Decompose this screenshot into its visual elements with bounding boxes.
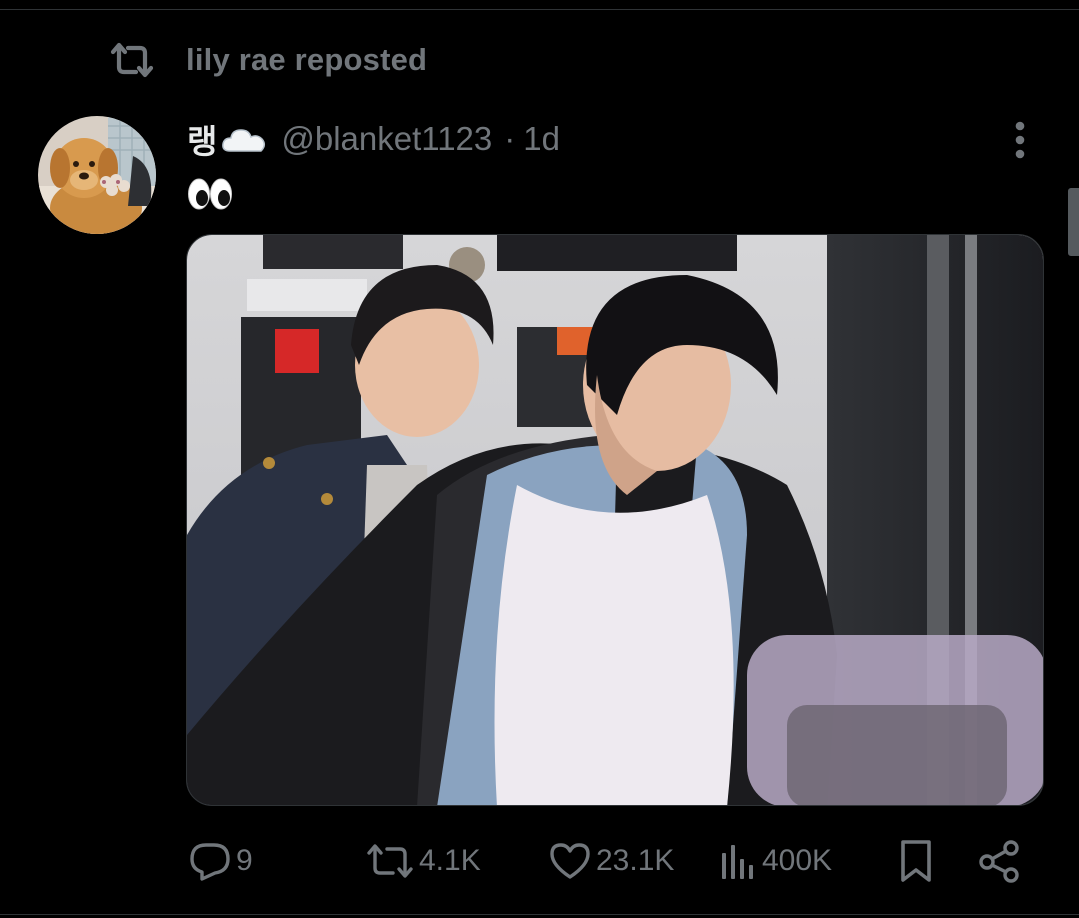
heart-icon	[550, 843, 590, 879]
display-name[interactable]: 랭	[187, 115, 217, 163]
views-button[interactable]: 400K	[718, 836, 832, 886]
scrollbar-thumb[interactable]	[1068, 188, 1079, 256]
post-media-photo[interactable]	[186, 234, 1044, 806]
photo-image	[187, 235, 1043, 805]
repost-icon	[110, 42, 154, 78]
separator-dot: ·	[504, 120, 516, 157]
views-count: 400K	[762, 844, 833, 877]
avatar-image	[38, 116, 156, 234]
cloud-icon	[222, 129, 266, 152]
repost-button[interactable]: 4.1K	[365, 836, 481, 886]
bookmark-icon	[901, 840, 931, 882]
repost-icon	[367, 844, 413, 878]
repost-banner[interactable]: lily rae reposted	[108, 38, 427, 82]
like-button[interactable]: 23.1K	[548, 836, 674, 886]
post-header: 랭 @blanket1123 · 1d	[187, 116, 560, 162]
more-vertical-icon	[1015, 121, 1025, 159]
more-options-button[interactable]	[1000, 118, 1040, 162]
like-count: 23.1K	[596, 844, 675, 877]
bottom-divider	[0, 914, 1079, 915]
share-icon	[979, 840, 1019, 883]
views-bar-chart-icon	[722, 845, 753, 879]
share-button[interactable]	[976, 836, 1024, 886]
top-divider	[0, 0, 1079, 10]
reply-count: 9	[236, 844, 253, 877]
reply-button[interactable]: 9	[188, 836, 253, 886]
post-text	[187, 172, 233, 216]
eyes-icon	[188, 178, 232, 210]
repost-text: lily rae reposted	[186, 42, 428, 77]
repost-count: 4.1K	[419, 844, 481, 877]
bookmark-button[interactable]	[896, 836, 936, 886]
avatar[interactable]	[38, 116, 156, 234]
reply-icon	[190, 843, 230, 881]
timestamp[interactable]: 1d	[523, 120, 560, 158]
action-bar: 9 4.1K 23.1K 400K	[0, 836, 1079, 886]
handle[interactable]: @blanket1123	[281, 120, 492, 158]
